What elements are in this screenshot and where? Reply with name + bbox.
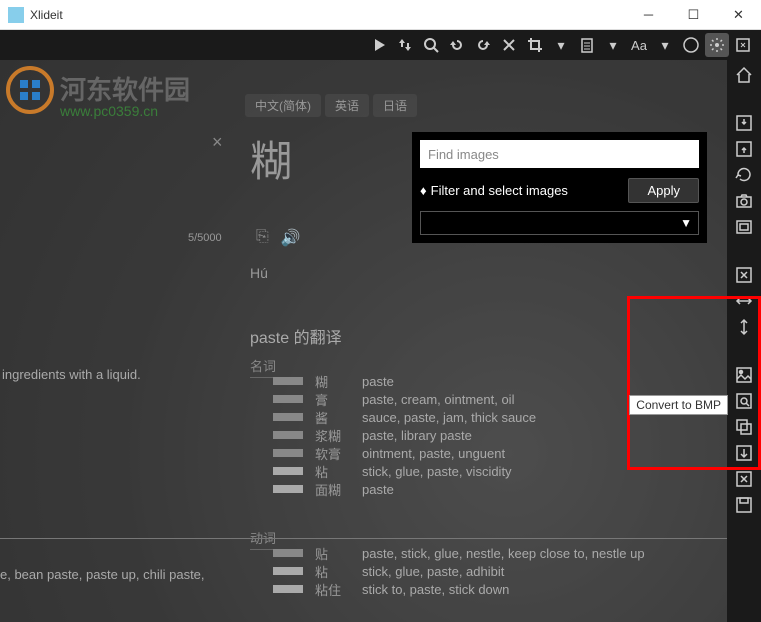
tooltip: Convert to BMP bbox=[629, 395, 728, 415]
text-icon[interactable]: Aa bbox=[627, 33, 651, 57]
clipboard-icon[interactable] bbox=[575, 33, 599, 57]
close-icon[interactable]: × bbox=[212, 132, 223, 153]
watermark-logo-icon bbox=[5, 65, 55, 115]
window-title: Xlideit bbox=[30, 8, 626, 22]
speaker-icon[interactable]: 🔊 bbox=[281, 228, 301, 248]
dropdown-arrow-icon[interactable]: ▾ bbox=[549, 33, 573, 57]
action-icons: ⎘ 🔊 bbox=[256, 228, 301, 248]
translation-section-title: paste 的翻译 bbox=[250, 324, 342, 348]
chevron-down-icon: ▼ bbox=[680, 216, 692, 230]
import-icon[interactable] bbox=[732, 138, 756, 160]
app-icon bbox=[8, 7, 24, 23]
settings-icon[interactable] bbox=[705, 33, 729, 57]
paste-examples: e, bean paste, paste up, chili paste, bbox=[0, 567, 205, 582]
dict-row: 面糊paste bbox=[273, 480, 536, 498]
filter-label: ♦Filter and select images bbox=[420, 183, 620, 198]
dict-row: 糊paste bbox=[273, 372, 536, 390]
camera-icon[interactable] bbox=[732, 190, 756, 212]
content-area: 河东软件园 www.pc0359.cn 中文(简体) 英语 日语 × 5/500… bbox=[0, 60, 727, 622]
noun-table: 糊paste 膏paste, cream, ointment, oil 酱sau… bbox=[273, 372, 536, 498]
language-tabs: 中文(简体) 英语 日语 bbox=[245, 94, 417, 117]
refresh-icon[interactable] bbox=[732, 164, 756, 186]
window-controls: ─ ☐ ✕ bbox=[626, 0, 761, 30]
sort-icon[interactable] bbox=[393, 33, 417, 57]
expand-icon[interactable] bbox=[731, 33, 755, 57]
dict-row: 软膏ointment, paste, unguent bbox=[273, 444, 536, 462]
layers-icon[interactable] bbox=[732, 416, 756, 438]
pinyin-text: Hú bbox=[250, 265, 268, 281]
dropdown-arrow-icon[interactable]: ▾ bbox=[601, 33, 625, 57]
zoom-icon[interactable] bbox=[419, 33, 443, 57]
image-search-icon[interactable] bbox=[732, 390, 756, 412]
maximize-button[interactable]: ☐ bbox=[671, 0, 716, 30]
divider bbox=[0, 538, 727, 539]
ingredients-text: ingredients with a liquid. bbox=[2, 367, 141, 382]
play-icon[interactable] bbox=[367, 33, 391, 57]
titlebar: Xlideit ─ ☐ ✕ bbox=[0, 0, 761, 30]
width-icon[interactable] bbox=[732, 290, 756, 312]
save-icon[interactable] bbox=[732, 494, 756, 516]
apply-button[interactable]: Apply bbox=[628, 178, 699, 203]
crop-icon[interactable] bbox=[523, 33, 547, 57]
tab-japanese[interactable]: 日语 bbox=[373, 94, 417, 117]
dict-row: 贴paste, stick, glue, nestle, keep close … bbox=[273, 544, 645, 562]
delete-icon[interactable] bbox=[497, 33, 521, 57]
dropdown-arrow-icon[interactable]: ▾ bbox=[653, 33, 677, 57]
height-icon[interactable] bbox=[732, 316, 756, 338]
main-character: 糊 bbox=[250, 128, 292, 189]
right-sidebar bbox=[727, 60, 761, 622]
home-icon[interactable] bbox=[732, 64, 756, 86]
verb-table: 贴paste, stick, glue, nestle, keep close … bbox=[273, 544, 645, 598]
close-button[interactable]: ✕ bbox=[716, 0, 761, 30]
rotate-icon[interactable] bbox=[732, 264, 756, 286]
dict-row: 粘stick, glue, paste, adhibit bbox=[273, 562, 645, 580]
help-icon[interactable] bbox=[679, 33, 703, 57]
screen-icon[interactable] bbox=[732, 216, 756, 238]
sort-icon: ♦ bbox=[420, 183, 427, 198]
tab-chinese[interactable]: 中文(简体) bbox=[245, 94, 321, 117]
watermark-text: 河东软件园 bbox=[60, 70, 190, 107]
export-icon[interactable] bbox=[732, 112, 756, 134]
dict-row: 粘住stick to, paste, stick down bbox=[273, 580, 645, 598]
image-x-icon[interactable] bbox=[732, 468, 756, 490]
dict-row: 粘stick, glue, paste, viscidity bbox=[273, 462, 536, 480]
main-toolbar: ▾ ▾ Aa ▾ bbox=[0, 30, 761, 60]
dict-row: 膏paste, cream, ointment, oil bbox=[273, 390, 536, 408]
image-format-icon[interactable] bbox=[732, 364, 756, 386]
watermark-url: www.pc0359.cn bbox=[60, 103, 158, 119]
search-panel: Find images ♦Filter and select images Ap… bbox=[412, 132, 707, 243]
dict-row: 酱sauce, paste, jam, thick sauce bbox=[273, 408, 536, 426]
rotate-right-icon[interactable] bbox=[471, 33, 495, 57]
minimize-button[interactable]: ─ bbox=[626, 0, 671, 30]
tab-english[interactable]: 英语 bbox=[325, 94, 369, 117]
char-counter: 5/5000 bbox=[188, 232, 222, 244]
dict-row: 浆糊paste, library paste bbox=[273, 426, 536, 444]
search-input[interactable]: Find images bbox=[420, 140, 699, 168]
rotate-left-icon[interactable] bbox=[445, 33, 469, 57]
filter-dropdown[interactable]: ▼ bbox=[420, 211, 699, 235]
convert-bmp-icon[interactable] bbox=[732, 442, 756, 464]
copy-icon[interactable]: ⎘ bbox=[256, 228, 269, 248]
